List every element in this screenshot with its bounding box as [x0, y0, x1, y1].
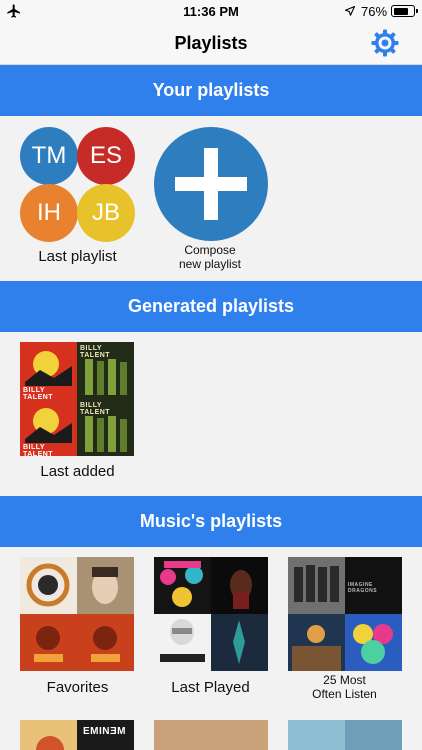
navigation-bar: Playlists — [0, 22, 422, 65]
battery-percentage: 76% — [361, 4, 388, 19]
last-played-playlist-cover[interactable] — [154, 557, 268, 671]
most-often-listened-label: 25 Most Often Listen — [277, 673, 412, 701]
compose-label-line1: Compose — [184, 243, 236, 257]
album-title: BILLY TALENT — [23, 387, 54, 399]
most-often-label-line1: 25 Most — [323, 673, 366, 687]
location-arrow-icon — [344, 5, 356, 16]
album-art — [345, 720, 402, 750]
album-art — [154, 720, 211, 750]
album-art — [211, 720, 268, 750]
album-art — [77, 614, 134, 671]
album-art: BILLY TALENT — [77, 342, 134, 399]
status-time: 11:36 PM — [183, 4, 239, 19]
album-art — [20, 557, 77, 614]
album-title: BILLY TALENT — [80, 345, 111, 359]
album-art: BILLY TALENT — [77, 399, 134, 456]
album-title: IMAGINE DRAGONS — [348, 582, 378, 594]
album-art — [345, 614, 402, 671]
most-often-listened-playlist-cover[interactable]: IMAGINE DRAGONS — [288, 557, 402, 671]
compose-playlist-label: Compose new playlist — [146, 243, 274, 271]
album-title-eminem: EMINƎM — [83, 726, 126, 737]
most-often-label-line2: Often Listen — [312, 687, 377, 701]
last-playlist-tile[interactable]: TM ES IH JB — [20, 127, 135, 242]
album-art — [77, 557, 134, 614]
settings-gear-icon[interactable] — [371, 29, 399, 57]
album-art — [211, 614, 268, 671]
album-art: BILLY TALENT — [20, 399, 77, 456]
status-bar: 11:36 PM 76% — [0, 0, 422, 22]
album-title: BILLY TALENT — [23, 444, 54, 456]
playlist-cover-partial[interactable] — [288, 720, 402, 750]
playlist-cover-partial[interactable] — [154, 720, 268, 750]
battery-fill — [393, 7, 408, 15]
album-art — [288, 720, 345, 750]
album-art — [288, 614, 345, 671]
avatar: ES — [77, 127, 135, 185]
favorites-playlist-cover[interactable] — [20, 557, 134, 671]
album-art: BILLY TALENT — [20, 342, 77, 399]
last-playlist-label: Last playlist — [38, 248, 117, 265]
album-title: BILLY TALENT — [80, 402, 111, 416]
album-art — [20, 614, 77, 671]
album-art — [211, 557, 268, 614]
plus-icon-vertical — [204, 148, 218, 220]
favorites-label: Favorites — [46, 679, 109, 696]
section-header-music-playlists: Music's playlists — [0, 496, 422, 547]
album-art — [20, 720, 77, 750]
compose-playlist-button[interactable] — [154, 127, 268, 241]
album-art: IMAGINE DRAGONS — [345, 557, 402, 614]
album-art — [154, 614, 211, 671]
avatar: TM — [20, 127, 78, 185]
compose-label-line2: new playlist — [178, 257, 242, 271]
avatar: JB — [77, 184, 135, 242]
last-added-label: Last added — [40, 463, 115, 480]
avatar: IH — [20, 184, 78, 242]
last-played-label: Last Played — [171, 679, 250, 696]
playlist-cover-partial[interactable]: EMINƎM — [20, 720, 134, 750]
album-art — [288, 557, 345, 614]
section-header-generated-playlists: Generated playlists — [0, 281, 422, 332]
battery-nub — [416, 9, 418, 13]
page-title: Playlists — [174, 33, 248, 53]
section-header-your-playlists: Your playlists — [0, 65, 422, 116]
album-art: EMINƎM — [77, 720, 134, 750]
battery-icon — [391, 5, 418, 17]
album-art — [154, 557, 211, 614]
last-added-playlist-cover[interactable]: BILLY TALENT BILLY TALENT BILLY TALENT B… — [20, 342, 134, 456]
